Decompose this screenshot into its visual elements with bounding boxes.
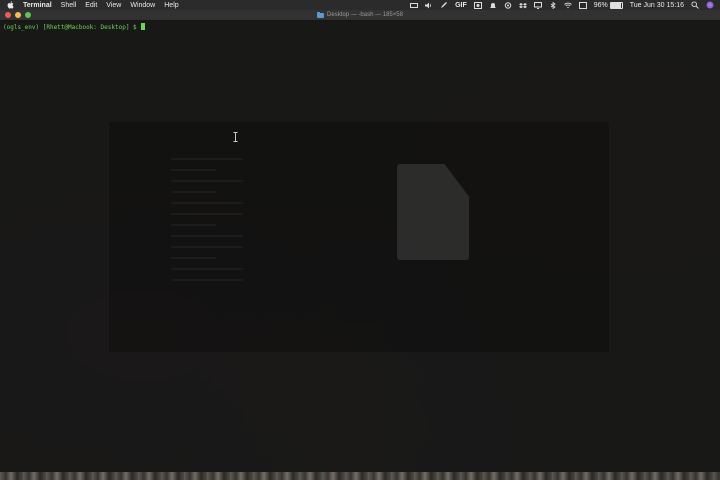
faded-sidebar-row bbox=[171, 202, 243, 204]
bluetooth-icon[interactable] bbox=[549, 1, 557, 9]
faded-sidebar-row bbox=[171, 169, 216, 171]
text-cursor bbox=[141, 23, 146, 30]
siri-icon[interactable] bbox=[706, 1, 714, 9]
document-icon bbox=[397, 164, 469, 260]
desktop-wallpaper-strip bbox=[0, 472, 720, 480]
display-icon[interactable] bbox=[533, 1, 542, 9]
faded-sidebar-row bbox=[171, 180, 243, 182]
apple-icon[interactable] bbox=[6, 1, 14, 10]
folder-icon bbox=[317, 11, 325, 18]
desktop-screen: Terminal Shell Edit View Window Help GIF bbox=[0, 0, 720, 480]
speaker-icon[interactable] bbox=[425, 2, 433, 9]
battery-indicator[interactable]: 96% bbox=[593, 1, 623, 9]
menu-window[interactable]: Window bbox=[130, 2, 155, 9]
faded-sidebar-row bbox=[171, 279, 243, 281]
faded-preview-window bbox=[108, 121, 610, 353]
faded-sidebar-row bbox=[171, 191, 216, 193]
search-icon[interactable] bbox=[691, 1, 699, 9]
menu-app-terminal[interactable]: Terminal bbox=[23, 2, 52, 9]
faded-sidebar-row bbox=[171, 257, 216, 259]
dropbox-icon[interactable] bbox=[518, 2, 527, 9]
faded-sidebar bbox=[171, 158, 251, 308]
window-title-bar[interactable]: Desktop — -bash — 185×58 bbox=[0, 10, 720, 21]
battery-percent: 96% bbox=[593, 1, 608, 9]
prompt-text: (ogls_env) [Rhett@Macbook: Desktop] $ bbox=[3, 24, 141, 31]
faded-sidebar-row bbox=[171, 235, 243, 237]
status-area: GIF 96% Tue Jun 30 15:16 bbox=[410, 1, 714, 9]
menu-view[interactable]: View bbox=[106, 2, 121, 9]
clock[interactable]: Tue Jun 30 15:16 bbox=[630, 2, 684, 9]
faded-sidebar-row bbox=[171, 246, 243, 248]
battery-icon bbox=[609, 1, 623, 9]
input-menu-icon[interactable] bbox=[578, 1, 587, 9]
faded-sidebar-row bbox=[171, 158, 243, 160]
menu-edit[interactable]: Edit bbox=[85, 2, 97, 9]
record-icon[interactable] bbox=[473, 1, 482, 9]
drive-icon[interactable] bbox=[410, 2, 419, 9]
text-cursor-icon bbox=[233, 132, 238, 142]
gif-icon[interactable]: GIF bbox=[455, 2, 467, 9]
window-title: Desktop — -bash — 185×58 bbox=[327, 12, 403, 18]
bell-icon[interactable] bbox=[489, 2, 497, 9]
menu-help[interactable]: Help bbox=[164, 2, 178, 9]
terminal-prompt-line[interactable]: (ogls_env) [Rhett@Macbook: Desktop] $ bbox=[3, 23, 720, 31]
faded-sidebar-row bbox=[171, 224, 216, 226]
pen-icon[interactable] bbox=[440, 1, 448, 9]
faded-sidebar-row bbox=[171, 213, 243, 215]
window-title-group: Desktop — -bash — 185×58 bbox=[0, 10, 720, 20]
wifi-icon[interactable] bbox=[563, 2, 572, 9]
ring-icon[interactable] bbox=[504, 1, 512, 9]
battery-fill bbox=[610, 2, 622, 8]
menu-shell[interactable]: Shell bbox=[61, 2, 77, 9]
faded-sidebar-row bbox=[171, 268, 243, 270]
